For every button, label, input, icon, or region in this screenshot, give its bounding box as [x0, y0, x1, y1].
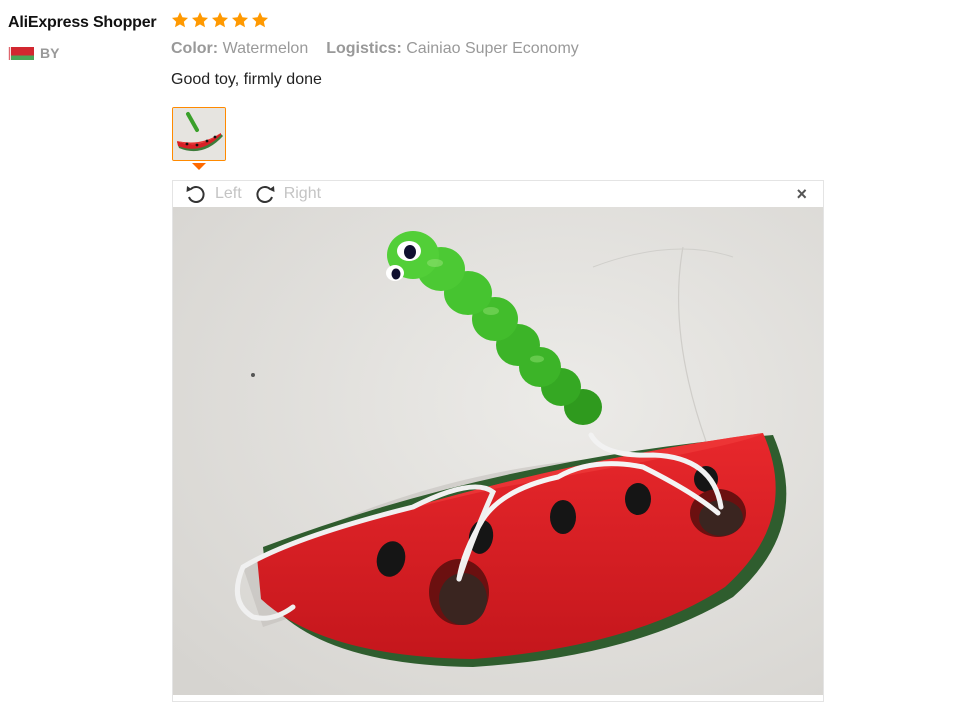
rotate-right-icon — [256, 186, 275, 204]
viewer-toolbar: Left Right × — [173, 181, 823, 207]
attribute-color: Color: Watermelon — [171, 40, 308, 58]
rotate-left-button[interactable]: Left — [185, 184, 242, 204]
review-attributes: Color: Watermelon Logistics: Cainiao Sup… — [171, 40, 831, 58]
rotate-left-icon — [186, 186, 205, 204]
review-content: Color: Watermelon Logistics: Cainiao Sup… — [171, 9, 831, 89]
star-rating — [171, 9, 831, 31]
review-photo-thumbnail[interactable] — [172, 107, 226, 161]
country-code: BY — [40, 45, 60, 61]
thumbnail-selected-caret-icon — [192, 163, 206, 170]
attribute-logistics: Logistics: Cainiao Super Economy — [326, 40, 579, 58]
reviewer-name: AliExpress Shopper — [8, 14, 157, 31]
review-text: Good toy, firmly done — [171, 71, 322, 88]
watermelon-toy-thumbnail-image — [173, 108, 225, 160]
star-icon — [231, 12, 249, 28]
close-icon[interactable]: × — [796, 185, 807, 203]
attribute-value: Cainiao Super Economy — [406, 40, 579, 57]
photo-viewer: Left Right × — [172, 180, 824, 702]
star-icon — [191, 12, 209, 28]
attribute-value: Watermelon — [222, 40, 309, 57]
reviewer-info: AliExpress Shopper BY — [8, 11, 158, 61]
watermelon-lacing-toy-photo — [173, 207, 823, 695]
star-icon — [211, 12, 229, 28]
reviewer-country: BY — [8, 45, 158, 61]
belarus-flag-icon — [8, 46, 34, 60]
star-icon — [171, 12, 189, 28]
rotate-left-label: Left — [215, 185, 242, 202]
attribute-key: Color: — [171, 40, 219, 57]
star-icon — [251, 12, 269, 28]
attribute-key: Logistics: — [326, 40, 402, 57]
rotate-right-button[interactable]: Right — [254, 184, 321, 204]
rotate-right-label: Right — [283, 185, 322, 202]
